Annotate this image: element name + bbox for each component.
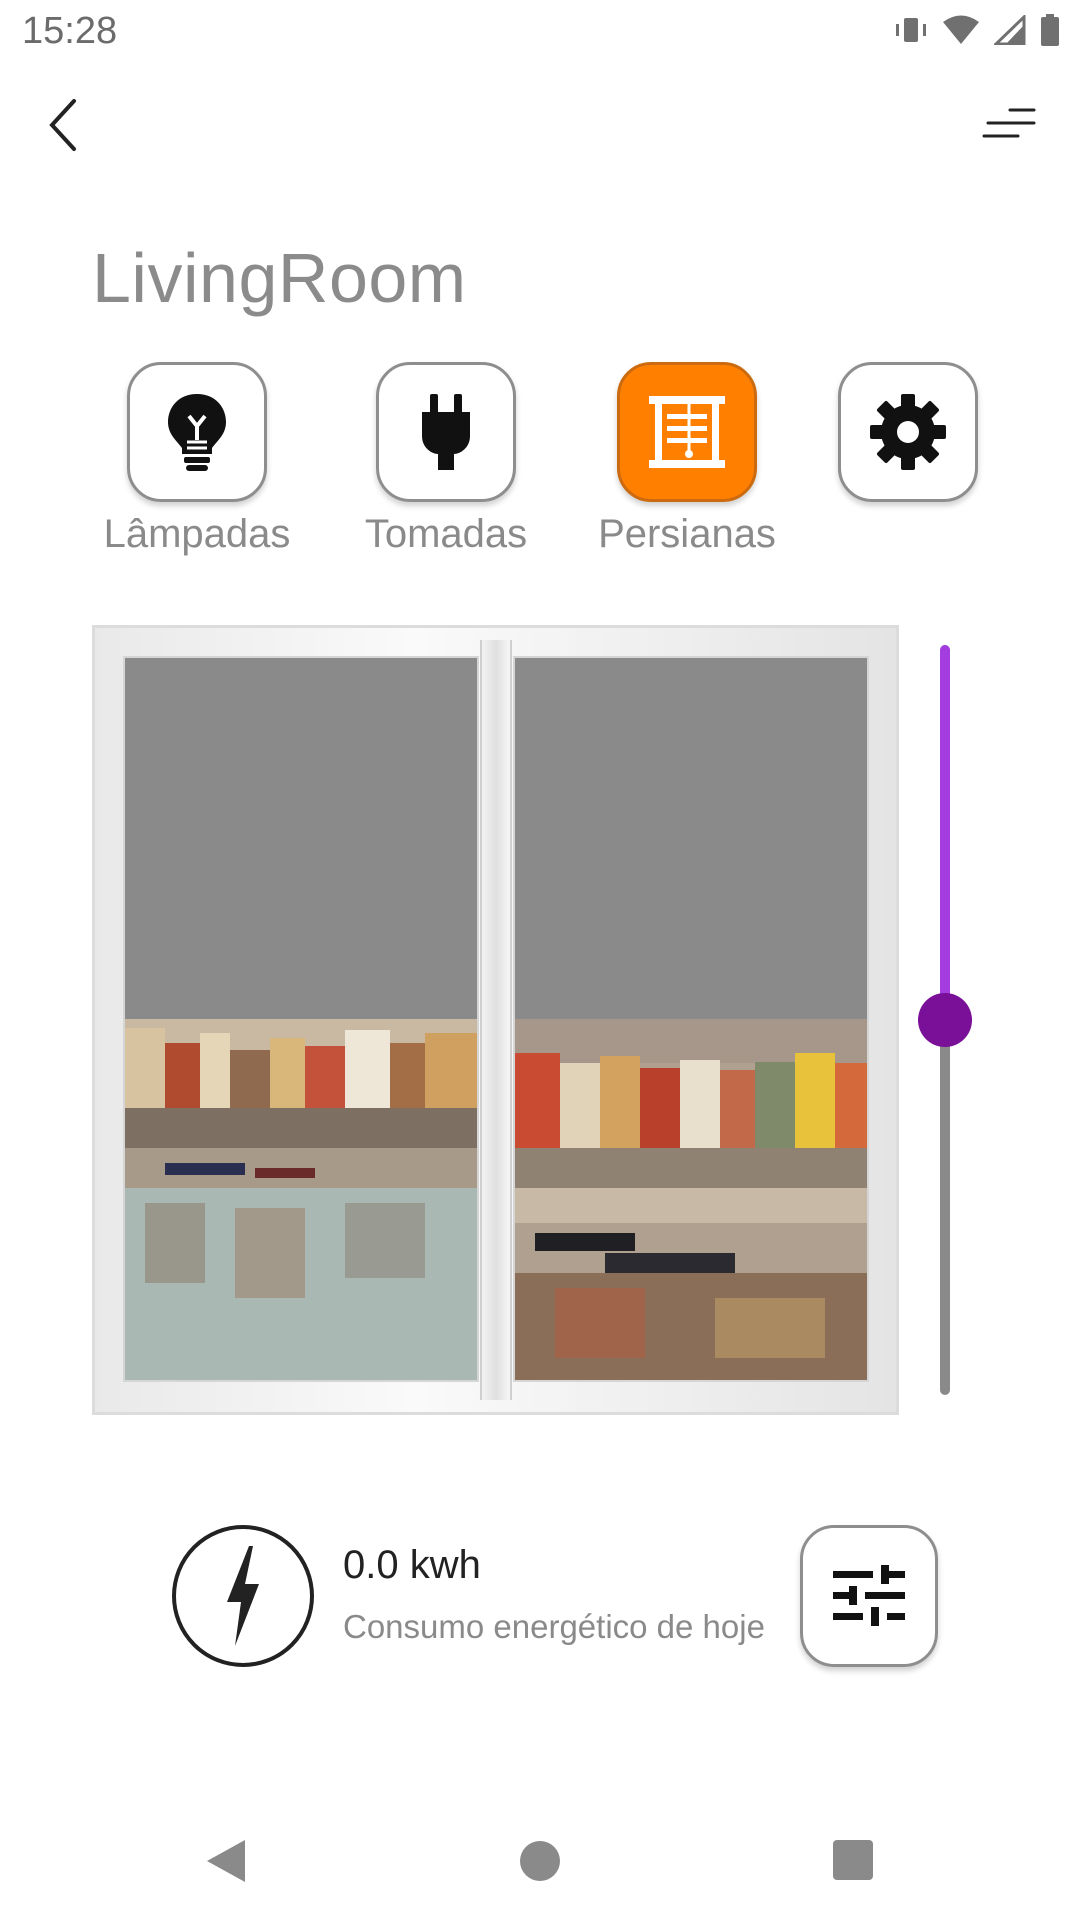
battery-icon [1041,14,1059,46]
vibrate-icon [896,18,926,42]
menu-lines-icon [982,108,1036,138]
menu-button[interactable] [980,100,1040,150]
page-title: LivingRoom [92,239,467,317]
slider-thumb[interactable] [918,993,972,1047]
category-button-persianas[interactable] [617,362,757,502]
blind-left [125,658,477,1019]
back-button[interactable] [40,95,90,155]
lightning-icon [227,1546,259,1646]
plug-icon [422,394,470,470]
lightbulb-icon [168,394,226,471]
window-pane-left [123,656,479,1382]
category-button-tomadas[interactable] [376,362,516,502]
nav-home-button[interactable] [520,1841,560,1881]
category-button-lampadas[interactable] [127,362,267,502]
slider-fill [940,645,950,1020]
nav-recent-button[interactable] [833,1840,873,1880]
energy-value: 0.0 kwh [343,1543,481,1587]
category-label-lampadas: Lâmpadas [103,512,291,556]
category-label-tomadas: Tomadas [364,512,528,556]
nav-back-icon [207,1840,245,1882]
status-time: 15:28 [22,10,118,52]
blinds-icon [649,396,725,468]
adjust-button[interactable] [800,1525,938,1667]
gear-icon [870,394,946,470]
energy-caption: Consumo energético de hoje [343,1608,765,1645]
blind-right [515,658,867,1019]
window-pane-right [513,656,869,1382]
energy-indicator [172,1525,314,1667]
settings-button[interactable] [838,362,978,502]
wifi-icon [943,15,979,44]
window-preview [92,625,899,1415]
sliders-icon [833,1565,905,1626]
status-icons [894,12,1060,48]
cell-signal-icon [994,15,1026,45]
nav-back-button[interactable] [205,1838,247,1889]
chevron-left-icon [49,99,76,151]
window-mullion [480,640,512,1400]
blinds-slider[interactable] [918,645,972,1395]
category-label-persianas: Persianas [598,512,776,556]
